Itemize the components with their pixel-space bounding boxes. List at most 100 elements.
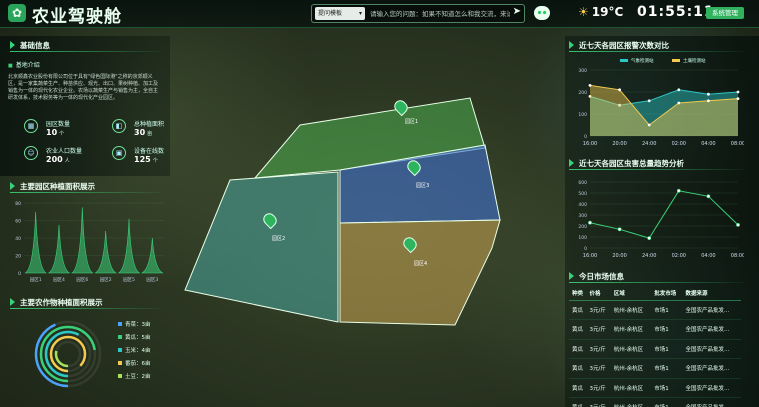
legend-swatch — [118, 374, 122, 378]
weather-temp: 19°C — [591, 5, 624, 19]
basic-info-title: 基础信息 — [10, 40, 50, 51]
pest-chart-title: 近七天各园区虫害总量趋势分析 — [569, 158, 684, 169]
y-tick-label: 200 — [578, 90, 587, 96]
area-peak — [95, 230, 117, 274]
zone-4[interactable] — [339, 219, 501, 326]
cell: 3元/斤 — [586, 358, 611, 379]
table-row[interactable]: 黄瓜3元/斤杭州-余杭区市场1全国农产品批发... — [569, 378, 741, 398]
legend-label: 番茄：6亩 — [125, 359, 151, 367]
series-point — [736, 97, 740, 100]
y-tick-label: 300 — [578, 213, 587, 219]
legend-label: 青菜：3亩 — [125, 320, 151, 328]
table-row[interactable]: 黄瓜3元/斤杭州-余杭区市场1全国农产品批发... — [569, 358, 741, 379]
send-icon[interactable]: ➤ — [513, 6, 521, 17]
x-tick-label: 08:00 — [731, 141, 744, 147]
x-tick-label: 08:00 — [731, 253, 744, 259]
x-tick-label: 园区6 — [76, 277, 88, 283]
stat-value: 10 个 — [46, 128, 65, 137]
ask-mode-select[interactable]: 提问模板 — [315, 7, 365, 20]
area-peak — [118, 218, 140, 274]
alarm-chart-title: 近七天各园区报警次数对比 — [569, 40, 669, 51]
system-management-button[interactable]: 系统管理 — [706, 7, 744, 19]
x-tick-label: 20:00 — [612, 253, 626, 259]
table-row[interactable]: 黄瓜3元/斤杭州-余杭区市场1全国农产品批发... — [569, 397, 741, 407]
zone-2[interactable] — [184, 171, 339, 323]
cell: 3元/斤 — [586, 300, 611, 320]
x-tick-label: 园区2 — [100, 277, 112, 283]
x-tick-label: 园区4 — [53, 277, 65, 283]
series-point — [618, 88, 621, 92]
x-tick-label: 04:00 — [701, 253, 715, 259]
cell: 3元/斤 — [586, 339, 611, 359]
y-tick-label: 0 — [584, 134, 587, 140]
pest-line — [589, 190, 739, 239]
x-tick-label: 04:00 — [701, 141, 715, 147]
y-tick-label: 600 — [578, 180, 587, 186]
cell: 3元/斤 — [586, 397, 611, 407]
ask-input[interactable] — [370, 6, 510, 21]
legend-swatch — [118, 348, 122, 352]
series-point — [588, 84, 592, 87]
table-row[interactable]: 黄瓜3元/斤杭州-余杭区市场1全国农产品批发... — [569, 300, 741, 320]
y-tick-label: 100 — [578, 235, 587, 241]
x-tick-label: 20:00 — [612, 141, 626, 147]
cell: 市场1 — [651, 358, 683, 379]
area-icon: ◧ — [112, 119, 126, 133]
pest-point — [736, 223, 740, 227]
ask-box: 提问模板 ➤ — [311, 4, 525, 23]
top-bar: ✿ 农业驾驶舱 提问模板 ➤ ☀19°C 01:55:11 系统管理 — [0, 0, 759, 28]
area-peak — [24, 211, 47, 274]
cell: 杭州-余杭区 — [610, 397, 652, 407]
cell: 全国农产品批发... — [682, 300, 741, 320]
legend-label: 玉米：4亩 — [125, 346, 151, 354]
zone-3-label: 园区3 — [416, 183, 429, 189]
table-row[interactable]: 黄瓜3元/斤杭州-余杭区市场1全国农产品批发... — [569, 319, 741, 340]
x-tick-label: 16:00 — [583, 141, 597, 147]
x-tick-label: 24:00 — [642, 253, 656, 259]
robot-assistant-icon[interactable] — [534, 6, 550, 20]
pest-chart: 600 500 400 300 200 100 016:00 20:00 24:00 02:00 0… — [578, 180, 744, 259]
title-underline — [10, 192, 160, 193]
y-tick-label: 200 — [578, 224, 587, 230]
x-tick-label: 园区5 — [123, 277, 135, 283]
crop-ring-chart: 青菜：3亩黄瓜：5亩玉米：4亩番茄：6亩土豆：2亩 — [34, 320, 151, 388]
building-icon: ▦ — [24, 119, 38, 133]
table-row[interactable]: 黄瓜3元/斤杭州-余杭区市场1全国农产品批发... — [569, 339, 741, 359]
cell: 3元/斤 — [586, 378, 611, 398]
x-tick-label: 02:00 — [672, 141, 686, 147]
series-point — [736, 90, 740, 94]
cell: 市场1 — [651, 378, 683, 398]
base-intro-subtitle: 基地介绍 — [8, 60, 40, 69]
sun-cloud-icon: ☀ — [578, 5, 589, 19]
legend-swatch — [118, 335, 122, 339]
title-underline — [569, 169, 744, 170]
title-underline — [10, 308, 160, 309]
stat-value: 200 人 — [46, 155, 70, 164]
cell: 杭州-余杭区 — [610, 358, 652, 379]
y-tick-label: 80 — [15, 201, 21, 207]
cell: 全国农产品批发... — [682, 339, 741, 359]
series-point — [647, 99, 651, 103]
device-icon: ▣ — [112, 146, 126, 160]
y-tick-label: 20 — [15, 254, 21, 260]
cell: 杭州-余杭区 — [610, 378, 652, 398]
cell: 杭州-余杭区 — [610, 319, 652, 340]
title-underline — [10, 51, 160, 52]
pest-point — [588, 220, 592, 225]
market-title: 今日市场信息 — [569, 271, 624, 282]
cell: 黄瓜 — [569, 339, 587, 359]
alarm-chart: 300 200 100 016:00 20:00 24:00 02:00 04:00 08:00… — [578, 57, 744, 147]
title-underline — [569, 282, 744, 283]
pest-point — [617, 227, 622, 232]
y-tick-label: 0 — [584, 246, 587, 252]
cell: 杭州-余杭区 — [610, 300, 652, 320]
title-underline — [569, 51, 744, 52]
stat-label: 设备在线数 — [134, 148, 165, 155]
y-tick-label: 60 — [15, 219, 21, 225]
pest-point — [706, 194, 711, 199]
zone-1-label: 园区1 — [405, 119, 418, 125]
x-tick-label: 园区3 — [146, 277, 158, 283]
series-point — [707, 99, 710, 103]
cell: 黄瓜 — [569, 397, 587, 407]
cell: 全国农产品批发... — [682, 397, 741, 407]
